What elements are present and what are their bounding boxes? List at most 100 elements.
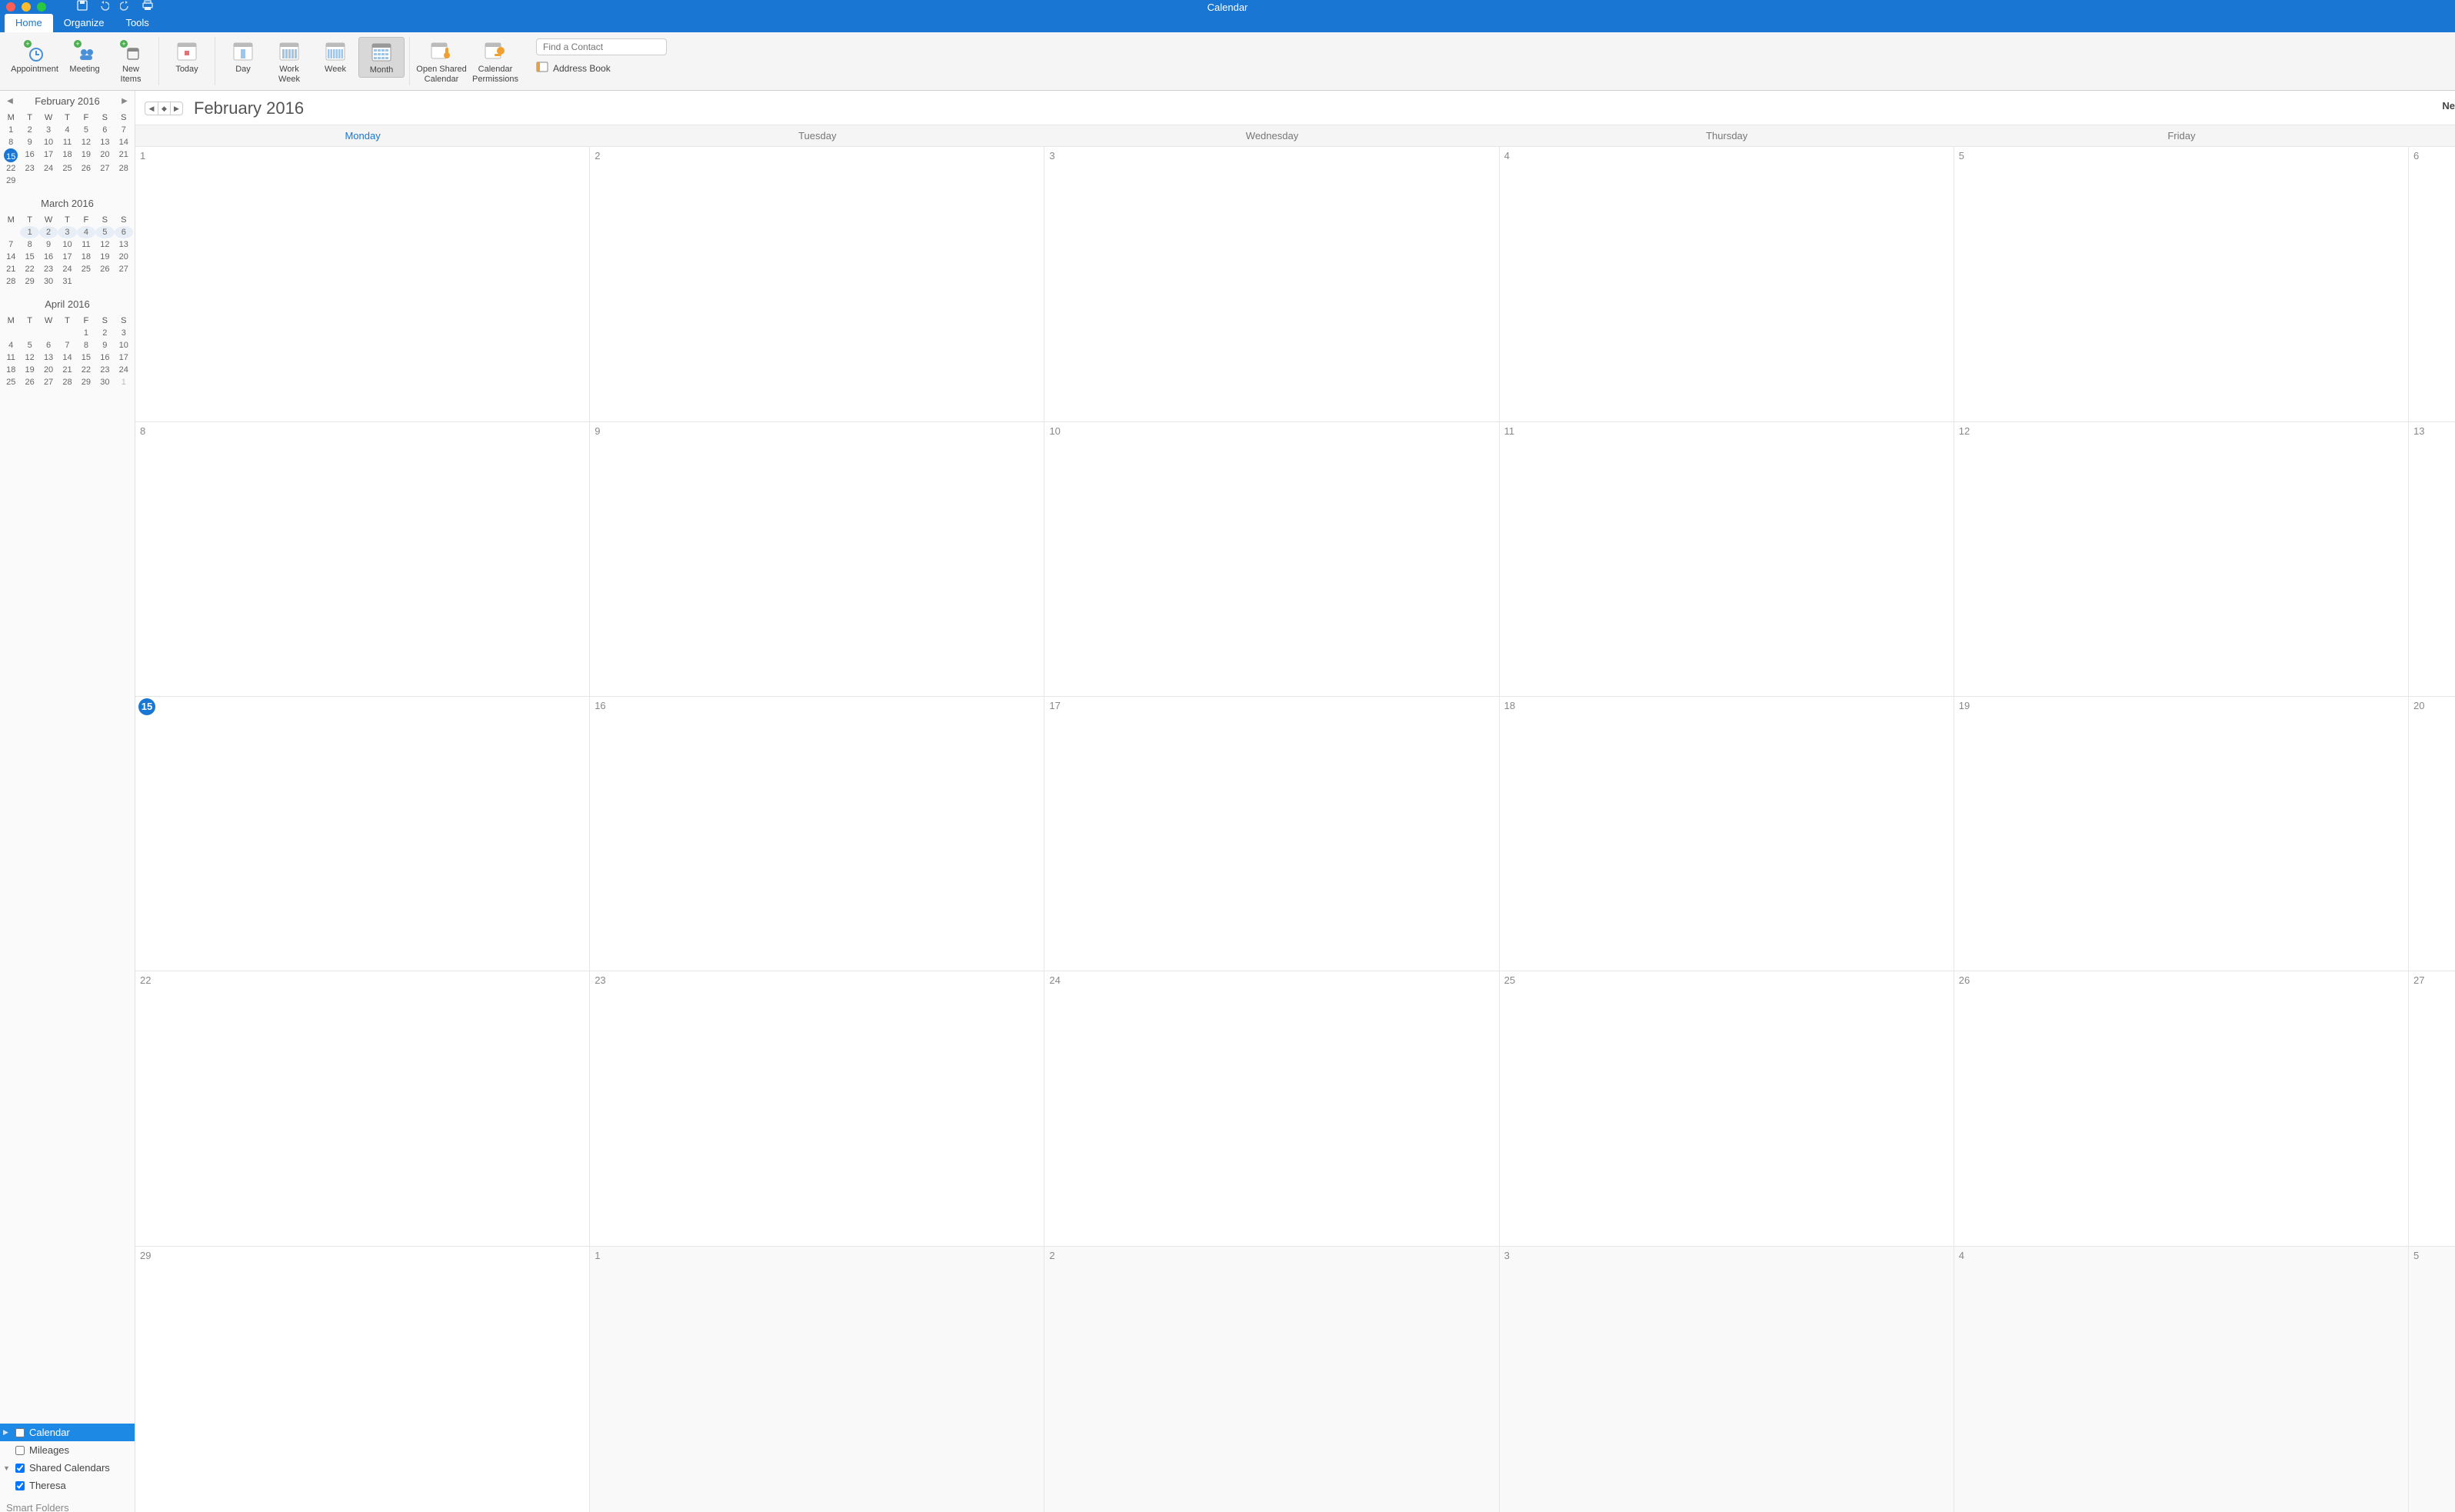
- mini-day-cell[interactable]: 8: [20, 238, 38, 251]
- mini-day-cell[interactable]: 31: [58, 275, 76, 288]
- mini-day-cell[interactable]: 17: [115, 351, 133, 364]
- mini-day-cell[interactable]: 11: [2, 351, 20, 364]
- mini-day-cell[interactable]: 1: [20, 226, 38, 238]
- day-cell[interactable]: 12: [1954, 422, 2409, 696]
- mini-day-cell[interactable]: 12: [20, 351, 38, 364]
- day-cell[interactable]: 16: [590, 697, 1044, 971]
- mini-day-cell[interactable]: 28: [2, 275, 20, 288]
- calendar-permissions-button[interactable]: Calendar Permissions: [468, 37, 522, 85]
- mini-day-cell[interactable]: 1: [2, 124, 20, 136]
- mini-day-cell[interactable]: 5: [20, 339, 38, 351]
- mini-day-cell[interactable]: 21: [115, 148, 133, 162]
- calendar-item-theresa[interactable]: Theresa: [0, 1477, 135, 1494]
- tab-home[interactable]: Home: [5, 14, 53, 32]
- mini-day-cell[interactable]: 18: [2, 364, 20, 376]
- mini-day-cell[interactable]: 15: [77, 351, 95, 364]
- mini-day-cell[interactable]: 15: [20, 251, 38, 263]
- calendar-checkbox[interactable]: [15, 1481, 25, 1490]
- mini-day-cell[interactable]: 28: [115, 162, 133, 175]
- week-view-button[interactable]: Week: [312, 37, 358, 76]
- mini-day-cell[interactable]: 16: [95, 351, 114, 364]
- month-view-button[interactable]: Month: [358, 37, 405, 78]
- mini-day-cell[interactable]: 28: [58, 376, 76, 388]
- calendar-item-calendar[interactable]: ▶ Calendar: [0, 1424, 135, 1441]
- mini-day-cell[interactable]: 13: [95, 136, 114, 148]
- day-cell[interactable]: 24: [1044, 971, 1499, 1245]
- mini-day-cell[interactable]: 17: [58, 251, 76, 263]
- day-cell[interactable]: 18: [1500, 697, 1954, 971]
- new-items-button[interactable]: + New Items: [108, 37, 154, 85]
- mini-day-cell[interactable]: 10: [58, 238, 76, 251]
- mini-day-cell[interactable]: 22: [20, 263, 38, 275]
- mini-day-cell[interactable]: 21: [2, 263, 20, 275]
- day-cell[interactable]: 3: [1044, 147, 1499, 421]
- mini-day-cell[interactable]: 11: [58, 136, 76, 148]
- mini-day-cell[interactable]: 27: [39, 376, 58, 388]
- mini-day-cell[interactable]: 30: [95, 376, 114, 388]
- mini-day-cell[interactable]: 2: [39, 226, 58, 238]
- mini-day-cell[interactable]: 22: [77, 364, 95, 376]
- day-cell[interactable]: 22: [135, 971, 590, 1245]
- save-icon[interactable]: [77, 0, 88, 15]
- mini-day-cell[interactable]: 29: [2, 175, 20, 187]
- day-cell[interactable]: 2: [1044, 1247, 1499, 1512]
- mini-day-cell[interactable]: 20: [95, 148, 114, 162]
- mini-day-cell[interactable]: 19: [77, 148, 95, 162]
- mini-day-cell[interactable]: 4: [2, 339, 20, 351]
- mini-day-cell[interactable]: 23: [39, 263, 58, 275]
- day-cell[interactable]: 9: [590, 422, 1044, 696]
- day-cell[interactable]: 23: [590, 971, 1044, 1245]
- mini-day-cell[interactable]: 11: [77, 238, 95, 251]
- day-cell[interactable]: 11: [1500, 422, 1954, 696]
- mini-day-cell[interactable]: 20: [115, 251, 133, 263]
- mini-day-cell[interactable]: 4: [58, 124, 76, 136]
- smart-folders-label[interactable]: Smart Folders: [0, 1494, 135, 1512]
- mini-day-cell[interactable]: 5: [95, 226, 114, 238]
- mini-day-cell[interactable]: 3: [58, 226, 76, 238]
- mini-day-cell[interactable]: 26: [77, 162, 95, 175]
- calendar-item-shared[interactable]: ▼ Shared Calendars: [0, 1459, 135, 1477]
- mini-day-cell[interactable]: 23: [20, 162, 38, 175]
- mini-day-cell[interactable]: 5: [77, 124, 95, 136]
- today-button[interactable]: Today: [164, 37, 210, 76]
- calendar-checkbox[interactable]: [15, 1428, 25, 1437]
- today-nav-button[interactable]: ◆: [158, 102, 170, 115]
- mini-day-cell[interactable]: 3: [39, 124, 58, 136]
- mini-day-cell[interactable]: 26: [20, 376, 38, 388]
- mini-day-cell[interactable]: 8: [2, 136, 20, 148]
- mini-day-cell[interactable]: 18: [58, 148, 76, 162]
- day-cell[interactable]: 19: [1954, 697, 2409, 971]
- mini-day-cell[interactable]: 7: [58, 339, 76, 351]
- mini-day-cell[interactable]: 24: [39, 162, 58, 175]
- mini-day-cell[interactable]: 7: [2, 238, 20, 251]
- minimize-icon[interactable]: [22, 2, 31, 12]
- day-cell[interactable]: 4: [1500, 147, 1954, 421]
- mini-day-cell[interactable]: 10: [39, 136, 58, 148]
- mini-day-cell[interactable]: 27: [95, 162, 114, 175]
- day-cell[interactable]: 3: [1500, 1247, 1954, 1512]
- day-cell[interactable]: 1: [135, 147, 590, 421]
- day-cell[interactable]: 27: [2409, 971, 2455, 1245]
- find-contact-input[interactable]: [536, 38, 667, 55]
- mini-day-cell[interactable]: 14: [58, 351, 76, 364]
- prev-month-button[interactable]: ◀: [145, 102, 158, 115]
- day-cell[interactable]: 2: [590, 147, 1044, 421]
- redo-icon[interactable]: [120, 0, 131, 15]
- mini-day-cell[interactable]: 14: [2, 251, 20, 263]
- mini-day-cell[interactable]: 12: [95, 238, 114, 251]
- day-cell[interactable]: 6: [2409, 147, 2455, 421]
- day-cell[interactable]: 1: [590, 1247, 1044, 1512]
- mini-next-button[interactable]: ▶: [119, 97, 130, 105]
- mini-day-cell[interactable]: 15: [4, 148, 18, 162]
- day-cell[interactable]: 5: [2409, 1247, 2455, 1512]
- mini-day-cell[interactable]: 14: [115, 136, 133, 148]
- tab-tools[interactable]: Tools: [115, 14, 159, 32]
- mini-day-cell[interactable]: 20: [39, 364, 58, 376]
- day-cell[interactable]: 13: [2409, 422, 2455, 696]
- mini-day-cell[interactable]: 25: [58, 162, 76, 175]
- mini-day-cell[interactable]: 18: [77, 251, 95, 263]
- mini-day-cell[interactable]: 25: [2, 376, 20, 388]
- mini-day-cell[interactable]: 24: [58, 263, 76, 275]
- mini-day-cell[interactable]: 13: [115, 238, 133, 251]
- mini-day-cell[interactable]: 6: [39, 339, 58, 351]
